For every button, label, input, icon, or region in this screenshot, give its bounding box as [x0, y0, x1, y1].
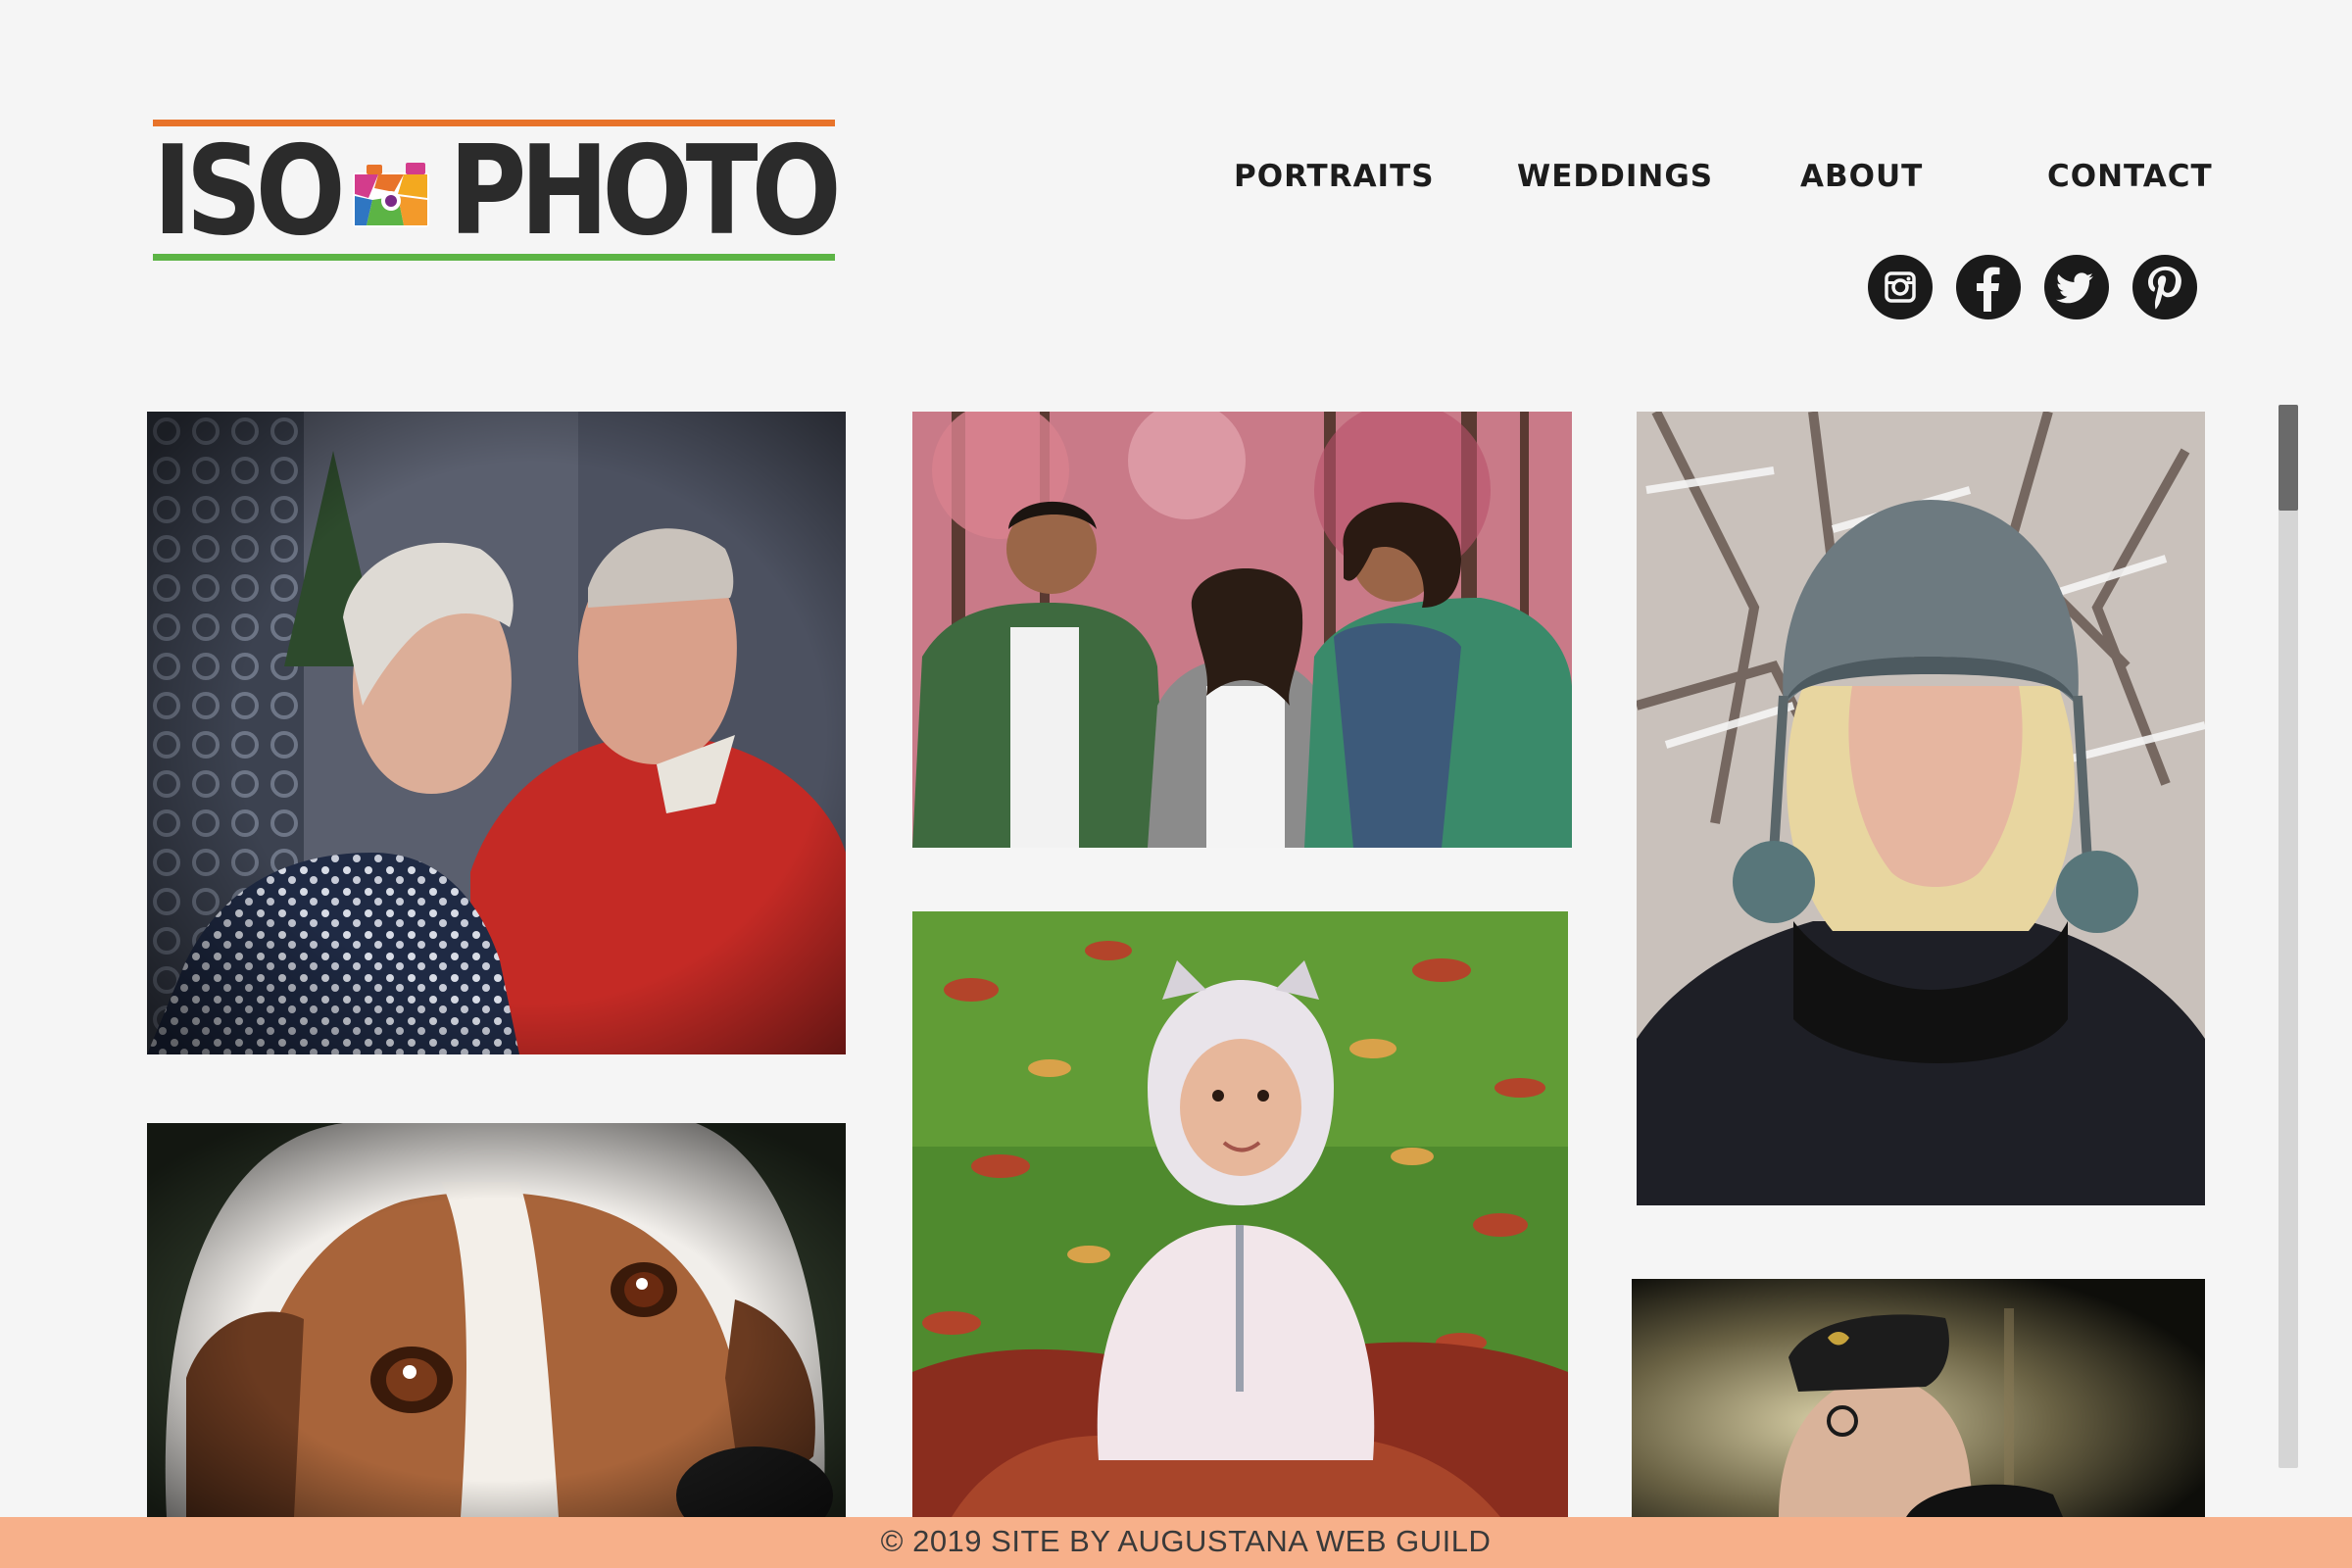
woman-winter-hat-photo[interactable]	[1637, 412, 2205, 1205]
veteran-portrait-photo[interactable]	[1632, 1279, 2205, 1517]
nav-weddings[interactable]: WEDDINGS	[1517, 155, 1713, 198]
facebook-icon[interactable]	[1956, 255, 2021, 319]
site-footer: © 2019 SITE BY AUGUSTANA WEB GUILD	[0, 1517, 2352, 1568]
logo-word-photo: PHOTO	[449, 119, 842, 263]
logo-bottom-line	[153, 254, 835, 261]
nav-contact[interactable]: CONTACT	[2047, 155, 2213, 198]
instagram-icon[interactable]	[1868, 255, 1933, 319]
twitter-icon[interactable]	[2044, 255, 2109, 319]
scrollbar-track[interactable]	[2278, 405, 2298, 1468]
baby-autumn-leaves-photo[interactable]	[912, 911, 1568, 1517]
site-logo[interactable]: ISO PHOTO	[153, 119, 842, 263]
camera-logo-icon	[349, 155, 433, 229]
nav-portraits[interactable]: PORTRAITS	[1234, 155, 1435, 198]
scrollbar-thumb[interactable]	[2278, 405, 2298, 511]
beagle-closeup-photo[interactable]	[147, 1123, 846, 1517]
footer-copyright: © 2019 SITE BY AUGUSTANA WEB GUILD	[880, 1524, 1492, 1558]
siblings-autumn-photo[interactable]	[912, 412, 1572, 848]
logo-word-iso: ISO	[153, 119, 346, 263]
couple-kissing-photo[interactable]	[147, 412, 846, 1054]
pinterest-icon[interactable]	[2132, 255, 2197, 319]
nav-about[interactable]: ABOUT	[1800, 155, 1923, 198]
